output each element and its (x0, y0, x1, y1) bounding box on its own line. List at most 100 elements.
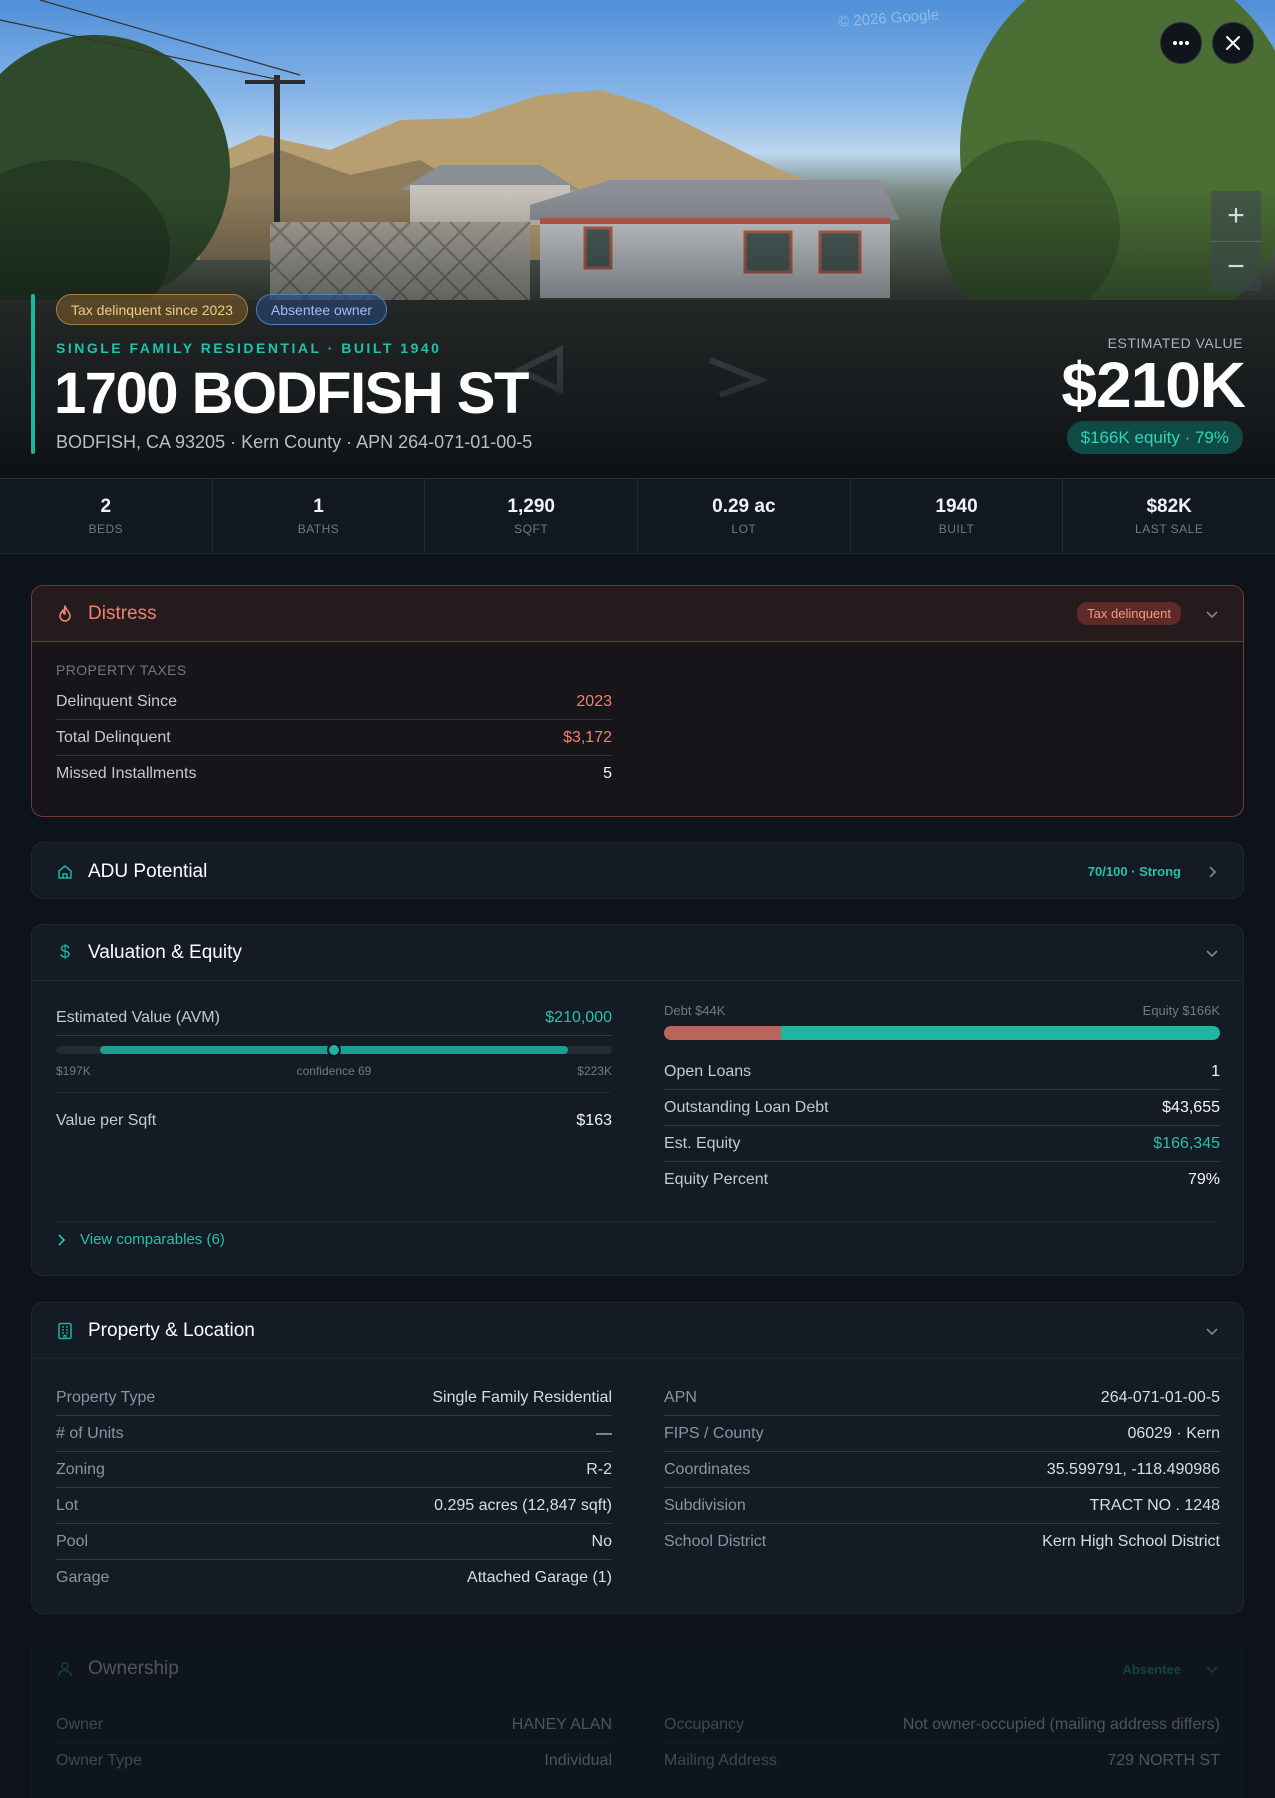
flame-icon (56, 604, 74, 623)
kv-row: Garage Attached Garage (1) (56, 1560, 612, 1596)
valuation-header[interactable]: $ Valuation & Equity (32, 925, 1243, 981)
valuation-title: Valuation & Equity (88, 941, 242, 963)
status-chips: Tax delinquent since 2023 Absentee owner (56, 294, 388, 325)
kv-value: $3,172 (563, 728, 612, 746)
property-subtitle: SINGLE FAMILY RESIDENTIAL · BUILT 1940 (56, 340, 442, 356)
kv-key: Missed Installments (56, 765, 197, 782)
valuation-equity-card: $ Valuation & Equity Estimated Value (AV… (31, 924, 1244, 1276)
kv-key: Property Type (56, 1388, 156, 1406)
stat-label: BATHS (297, 522, 340, 536)
user-icon (56, 1660, 74, 1678)
kv-row: Open Loans 1 (664, 1054, 1220, 1090)
kv-value: $163 (576, 1112, 612, 1129)
divider (56, 1035, 612, 1036)
zoom-in-button[interactable]: + (1211, 191, 1261, 241)
stat-value: $82K (1146, 496, 1192, 517)
kv-row: APN 264-071-01-00-5 (664, 1380, 1220, 1416)
adu-title: ADU Potential (88, 860, 208, 882)
kv-key: APN (664, 1388, 697, 1406)
kv-row: Occupancy Not owner-occupied (mailing add… (664, 1707, 1220, 1743)
kv-key: School District (664, 1533, 767, 1550)
kv-value: Individual (544, 1752, 612, 1769)
stat-value: 1 (313, 496, 324, 517)
stat-value: 1940 (935, 496, 978, 517)
kv-key: Outstanding Loan Debt (664, 1098, 829, 1116)
kv-value: HANEY ALAN (511, 1715, 612, 1733)
kv-key: FIPS / County (664, 1424, 764, 1442)
kv-value: Single Family Residential (432, 1388, 612, 1406)
stat-beds: 2 BEDS (0, 479, 212, 553)
stat-value: 2 (100, 496, 112, 517)
avm-value: $210,000 (545, 1009, 612, 1026)
property-title: 1700 BODFISH ST (54, 361, 529, 426)
distress-title: Distress (88, 602, 157, 624)
kv-row: Subdivision TRACT NO . 1248 (664, 1488, 1220, 1524)
tax-delinquent-badge: Tax delinquent (1077, 602, 1181, 625)
range-high: $223K (577, 1064, 612, 1078)
view-comparables-label: View comparables (6) (80, 1231, 225, 1248)
kv-row: Pool No (56, 1524, 612, 1560)
stat-built: 1940 BUILT (849, 479, 1063, 553)
stat-label: SQFT (514, 522, 549, 536)
debt-label: Debt $44K (664, 1003, 726, 1018)
kv-key: Coordinates (664, 1460, 751, 1478)
stat-value: 0.29 ac (712, 496, 776, 517)
kv-value: No (591, 1532, 612, 1550)
equity-label: Equity $166K (1142, 1003, 1220, 1018)
more-options-button[interactable] (1160, 22, 1202, 64)
property-left-column: Property Type Single Family Residential #… (56, 1380, 612, 1596)
chevron-down-icon[interactable] (1205, 1662, 1219, 1676)
kv-key: Subdivision (664, 1496, 746, 1514)
kv-value: 5 (603, 765, 612, 782)
property-taxes-section: PROPERTY TAXES Delinquent Since 2023 Tota… (56, 662, 612, 792)
kv-row: FIPS / County 06029 · Kern (664, 1416, 1220, 1452)
distress-header[interactable]: Distress Tax delinquent (32, 586, 1243, 642)
property-header[interactable]: Property & Location (32, 1303, 1243, 1359)
kv-key: Equity Percent (664, 1171, 769, 1188)
kv-key: Pool (56, 1532, 89, 1550)
kv-value: 264-071-01-00-5 (1100, 1388, 1220, 1406)
chevron-down-icon[interactable] (1205, 946, 1219, 960)
kv-key: Owner Type (56, 1752, 142, 1769)
avm-marker (327, 1043, 341, 1057)
chevron-down-icon[interactable] (1205, 607, 1219, 621)
kv-row: Lot 0.295 acres (12,847 sqft) (56, 1488, 612, 1524)
stat-last-sale: $82K LAST SALE (1062, 479, 1275, 553)
kv-value: 729 NORTH ST (1107, 1752, 1220, 1769)
kv-row: Property Type Single Family Residential (56, 1380, 612, 1416)
property-title: Property & Location (88, 1319, 255, 1341)
adu-potential-card[interactable]: ADU Potential 70/100 · Strong (31, 842, 1244, 899)
kv-value: 1 (1211, 1062, 1220, 1080)
kv-key: Owner (56, 1715, 104, 1733)
kv-key: Occupancy (664, 1715, 745, 1733)
kv-row: # of Units — (56, 1416, 612, 1452)
avm-row: Estimated Value (AVM) $210,000 (56, 1003, 612, 1033)
kv-value: 06029 · Kern (1127, 1424, 1220, 1442)
chevron-down-icon[interactable] (1205, 1324, 1219, 1338)
divider (56, 1092, 612, 1093)
ownership-card: Ownership Absentee Owner HANEY ALAN Owner… (31, 1640, 1244, 1798)
close-icon (1226, 36, 1240, 50)
stats-bar: 2 BEDS 1 BATHS 1,290 SQFT 0.29 ac LOT 1940 BU… (0, 479, 1275, 554)
debt-equity-bar (664, 1026, 1220, 1040)
ownership-header[interactable]: Ownership Absentee (32, 1641, 1243, 1697)
adu-header[interactable]: ADU Potential 70/100 · Strong (32, 843, 1243, 898)
avm-range-track (56, 1043, 612, 1057)
kv-value: 0.295 acres (12,847 sqft) (434, 1496, 612, 1514)
zoom-out-button[interactable]: − (1211, 241, 1261, 291)
debt-equity-section: Debt $44K Equity $166K Open Loans 1 Outst… (664, 1003, 1220, 1198)
kv-row: Owner HANEY ALAN (56, 1707, 612, 1743)
absentee-badge: Absentee (1122, 1661, 1181, 1677)
hero-accent-bar (31, 294, 35, 454)
avm-label: Estimated Value (AVM) (56, 1009, 220, 1026)
stat-lot: 0.29 ac LOT (637, 479, 850, 553)
close-button[interactable] (1212, 22, 1254, 64)
home-icon (56, 863, 74, 881)
kv-key: Mailing Address (664, 1752, 777, 1769)
view-comparables-link[interactable]: View comparables (6) (56, 1231, 225, 1248)
hero-streetview[interactable]: © 2026 Google + − Tax delinquent since 2… (0, 0, 1275, 479)
chevron-right-icon[interactable] (1205, 865, 1219, 879)
kv-row: Zoning R-2 (56, 1452, 612, 1488)
property-right-column: APN 264-071-01-00-5 FIPS / County 06029 · … (664, 1380, 1220, 1560)
estimated-value: $210K (1061, 349, 1246, 421)
